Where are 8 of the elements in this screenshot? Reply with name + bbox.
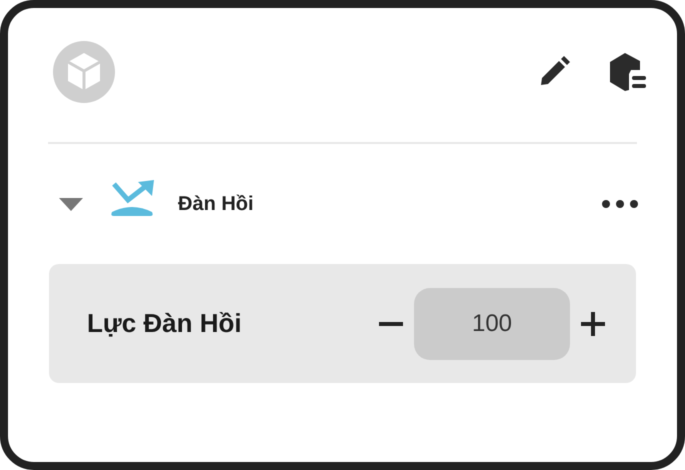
plus-icon xyxy=(581,312,605,336)
number-field[interactable]: 100 xyxy=(414,288,570,360)
minus-icon xyxy=(379,322,403,326)
property-label: Lực Đàn Hồi xyxy=(87,307,242,340)
box-document-icon[interactable] xyxy=(607,52,647,92)
caret-icon[interactable] xyxy=(58,196,84,212)
more-options-icon[interactable] xyxy=(601,199,639,209)
section-title: Đàn Hồi xyxy=(178,192,254,217)
